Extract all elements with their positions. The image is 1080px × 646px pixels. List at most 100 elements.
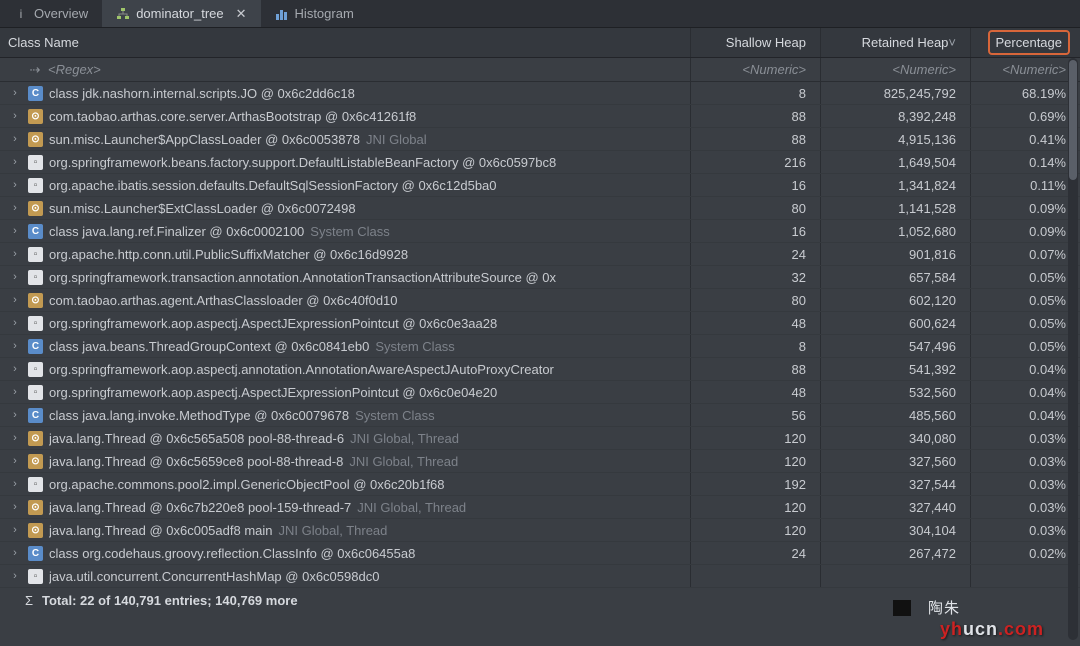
retained-heap-cell: 600,624 [820, 312, 970, 334]
scrollbar-thumb[interactable] [1069, 60, 1077, 180]
expand-icon[interactable]: › [8, 409, 22, 421]
total-row: Σ Total: 22 of 140,791 entries; 140,769 … [0, 588, 1080, 612]
expand-icon[interactable]: › [8, 87, 22, 99]
retained-heap-cell: 1,052,680 [820, 220, 970, 242]
tab-dominator-tree[interactable]: dominator_tree ✕ [102, 0, 260, 27]
table-row[interactable]: ›⊙java.lang.Thread @ 0x6c565a508 pool-88… [0, 427, 1080, 450]
table-row[interactable]: ›Cclass jdk.nashorn.internal.scripts.JO … [0, 82, 1080, 105]
filter-percentage[interactable]: <Numeric> [970, 58, 1080, 81]
expand-icon[interactable]: › [8, 455, 22, 467]
expand-icon[interactable]: › [8, 156, 22, 168]
table-row[interactable]: ›⊙java.lang.Thread @ 0x6c7b220e8 pool-15… [0, 496, 1080, 519]
expand-icon[interactable]: › [8, 179, 22, 191]
table-row[interactable]: ›▫org.springframework.transaction.annota… [0, 266, 1080, 289]
shallow-heap-cell: 16 [690, 220, 820, 242]
table-row[interactable]: ›⊙com.taobao.arthas.agent.ArthasClassloa… [0, 289, 1080, 312]
class-name-text: java.util.concurrent.ConcurrentHashMap @… [49, 569, 379, 584]
tab-overview[interactable]: i Overview [0, 0, 102, 27]
header-class-name[interactable]: Class Name [0, 28, 690, 57]
class-name-text: class org.codehaus.groovy.reflection.Cla… [49, 546, 415, 561]
table-row[interactable]: ›▫org.springframework.aop.aspectj.annota… [0, 358, 1080, 381]
percentage-cell: 0.04% [970, 404, 1080, 426]
table-row[interactable]: ›Cclass java.lang.ref.Finalizer @ 0x6c00… [0, 220, 1080, 243]
expand-icon[interactable]: › [8, 317, 22, 329]
retained-heap-cell: 8,392,248 [820, 105, 970, 127]
instance-icon: ▫ [28, 569, 43, 584]
filter-shallow[interactable]: <Numeric> [690, 58, 820, 81]
table-row[interactable]: ›▫org.apache.ibatis.session.defaults.Def… [0, 174, 1080, 197]
table-row[interactable]: ›▫org.springframework.beans.factory.supp… [0, 151, 1080, 174]
expand-icon[interactable]: › [8, 133, 22, 145]
tab-label: dominator_tree [136, 6, 223, 21]
expand-icon[interactable]: › [8, 248, 22, 260]
class-icon: C [28, 339, 43, 354]
percentage-cell: 0.41% [970, 128, 1080, 150]
class-name-text: java.lang.Thread @ 0x6c7b220e8 pool-159-… [49, 500, 351, 515]
table-row[interactable]: ›⊙java.lang.Thread @ 0x6c5659ce8 pool-88… [0, 450, 1080, 473]
expand-icon[interactable]: › [8, 432, 22, 444]
expand-icon[interactable]: › [8, 271, 22, 283]
expand-icon[interactable]: › [8, 386, 22, 398]
header-shallow-heap[interactable]: Shallow Heap [690, 28, 820, 57]
table-row[interactable]: ›Cclass org.codehaus.groovy.reflection.C… [0, 542, 1080, 565]
class-suffix: System Class [355, 408, 434, 423]
table-row[interactable]: › ▫ java.util.concurrent.ConcurrentHashMap… [0, 565, 1080, 588]
instance-icon: ▫ [28, 385, 43, 400]
class-name-text: org.apache.ibatis.session.defaults.Defau… [49, 178, 497, 193]
table-row[interactable]: › ▫ org.springframework.aop.aspectj.Aspect… [0, 312, 1080, 335]
table-row[interactable]: ›Cclass java.beans.ThreadGroupContext @ … [0, 335, 1080, 358]
tab-histogram[interactable]: Histogram [261, 0, 368, 27]
table-row[interactable]: ›⊙java.lang.Thread @ 0x6c005adf8 main JN… [0, 519, 1080, 542]
expand-icon[interactable]: › [8, 547, 22, 559]
table-body: ›Cclass jdk.nashorn.internal.scripts.JO … [0, 82, 1080, 588]
shallow-heap-cell: 120 [690, 450, 820, 472]
shallow-heap-cell: 216 [690, 151, 820, 173]
expand-icon[interactable]: › [8, 294, 22, 306]
filter-retained[interactable]: <Numeric> [820, 58, 970, 81]
retained-heap-cell: 4,915,136 [820, 128, 970, 150]
class-name-text: org.springframework.aop.aspectj.AspectJE… [49, 316, 497, 331]
retained-heap-cell: 304,104 [820, 519, 970, 541]
tab-bar: i Overview dominator_tree ✕ Histogram [0, 0, 1080, 28]
header-retained-heap[interactable]: Retained Heap [820, 28, 970, 57]
header-percentage[interactable]: Percentage [970, 28, 1080, 57]
percentage-cell: 0.05% [970, 289, 1080, 311]
histogram-icon [275, 7, 289, 21]
percentage-cell: 0.03% [970, 473, 1080, 495]
shallow-heap-cell: 8 [690, 335, 820, 357]
class-name-text: org.springframework.aop.aspectj.annotati… [49, 362, 554, 377]
percentage-cell: 68.19% [970, 82, 1080, 104]
table-row[interactable]: ›▫org.springframework.aop.aspectj.Aspect… [0, 381, 1080, 404]
table-row[interactable]: ›▫org.apache.commons.pool2.impl.GenericO… [0, 473, 1080, 496]
expand-icon[interactable]: › [8, 202, 22, 214]
expand-icon[interactable]: › [8, 225, 22, 237]
expand-icon[interactable]: › [8, 340, 22, 352]
class-suffix: JNI Global, Thread [279, 523, 388, 538]
shallow-heap-cell: 56 [690, 404, 820, 426]
vertical-scrollbar[interactable] [1068, 58, 1078, 640]
percentage-cell: 0.11% [970, 174, 1080, 196]
table-row[interactable]: ›Cclass java.lang.invoke.MethodType @ 0x… [0, 404, 1080, 427]
expand-icon[interactable]: › [8, 110, 22, 122]
class-icon: C [28, 408, 43, 423]
table-row[interactable]: ›⊙sun.misc.Launcher$ExtClassLoader @ 0x6… [0, 197, 1080, 220]
instance-icon: ▫ [28, 247, 43, 262]
expand-icon[interactable]: › [8, 524, 22, 536]
table-row[interactable]: ›⊙com.taobao.arthas.core.server.ArthasBo… [0, 105, 1080, 128]
shallow-heap-cell: 120 [690, 427, 820, 449]
expand-icon[interactable]: › [8, 570, 22, 582]
expand-icon[interactable]: › [8, 501, 22, 513]
table-row[interactable]: ›⊙sun.misc.Launcher$AppClassLoader @ 0x6… [0, 128, 1080, 151]
table-row[interactable]: ›▫org.apache.http.conn.util.PublicSuffix… [0, 243, 1080, 266]
instance-icon: ▫ [28, 316, 43, 331]
class-name-text: org.apache.commons.pool2.impl.GenericObj… [49, 477, 444, 492]
expand-icon[interactable]: › [8, 363, 22, 375]
regex-filter-input[interactable]: <Regex> [48, 62, 101, 77]
retained-heap-cell: 1,649,504 [820, 151, 970, 173]
shallow-heap-cell [690, 565, 820, 587]
expand-icon[interactable]: › [8, 478, 22, 490]
object-icon: ⊙ [28, 132, 43, 147]
close-icon[interactable]: ✕ [236, 6, 247, 22]
shallow-heap-cell: 16 [690, 174, 820, 196]
class-suffix: JNI Global, Thread [357, 500, 466, 515]
